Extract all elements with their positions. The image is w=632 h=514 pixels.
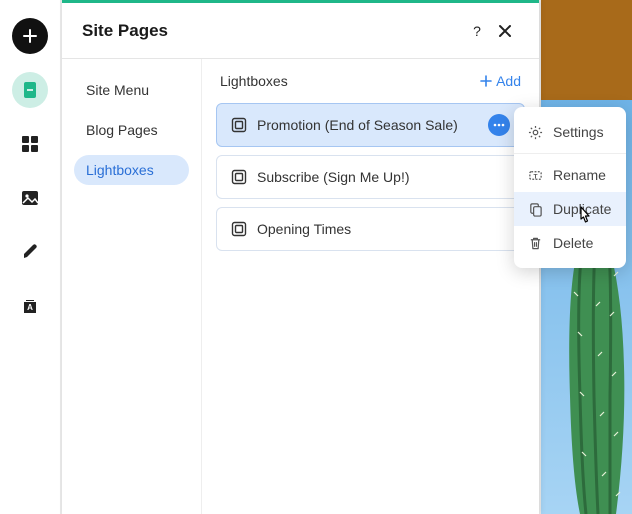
- ellipsis-icon: [493, 123, 505, 127]
- lightbox-item-promotion[interactable]: Promotion (End of Season Sale): [216, 103, 525, 147]
- panel-header: Site Pages ?: [62, 3, 539, 59]
- main-title: Lightboxes: [220, 73, 480, 89]
- panel-main: Lightboxes Add Promotion (End of Season …: [202, 59, 539, 514]
- plus-icon: [480, 75, 492, 87]
- svg-text:T: T: [534, 173, 538, 180]
- help-button[interactable]: ?: [463, 17, 491, 45]
- menu-item-duplicate[interactable]: Duplicate: [514, 192, 626, 226]
- rail-pen-icon[interactable]: [12, 234, 48, 270]
- menu-divider: [514, 153, 626, 154]
- list-item-label: Opening Times: [257, 221, 510, 237]
- close-button[interactable]: [491, 17, 519, 45]
- menu-item-rename[interactable]: T Rename: [514, 158, 626, 192]
- rail-image-icon[interactable]: [12, 180, 48, 216]
- list-item-label: Subscribe (Sign Me Up!): [257, 169, 510, 185]
- lightbox-item-opening-times[interactable]: Opening Times: [216, 207, 525, 251]
- rail-app-icon[interactable]: A: [12, 288, 48, 324]
- context-menu: Settings T Rename Duplicate Delete: [514, 107, 626, 268]
- canvas-header-block: [541, 0, 632, 100]
- lightbox-icon: [231, 169, 247, 185]
- rename-icon: T: [528, 168, 543, 183]
- site-pages-panel: Site Pages ? Site Menu Blog Pages Lightb…: [62, 0, 539, 514]
- rail-add-button[interactable]: [12, 18, 48, 54]
- svg-text:A: A: [27, 303, 33, 312]
- svg-text:?: ?: [473, 23, 481, 39]
- menu-label: Duplicate: [553, 201, 611, 217]
- gear-icon: [528, 125, 543, 140]
- panel-title: Site Pages: [82, 21, 463, 41]
- lightbox-item-subscribe[interactable]: Subscribe (Sign Me Up!): [216, 155, 525, 199]
- add-label: Add: [496, 73, 521, 89]
- sidebar-item-blog-pages[interactable]: Blog Pages: [74, 115, 189, 145]
- add-button[interactable]: Add: [480, 73, 521, 89]
- menu-item-settings[interactable]: Settings: [514, 115, 626, 149]
- panel-sidebar: Site Menu Blog Pages Lightboxes: [62, 59, 202, 514]
- rail-grid-icon[interactable]: [12, 126, 48, 162]
- sidebar-item-site-menu[interactable]: Site Menu: [74, 75, 189, 105]
- lightbox-icon: [231, 117, 247, 133]
- menu-item-delete[interactable]: Delete: [514, 226, 626, 260]
- item-actions-button[interactable]: [488, 114, 510, 136]
- menu-label: Delete: [553, 235, 593, 251]
- menu-label: Settings: [553, 124, 604, 140]
- sidebar-item-lightboxes[interactable]: Lightboxes: [74, 155, 189, 185]
- panel-body: Site Menu Blog Pages Lightboxes Lightbox…: [62, 59, 539, 514]
- left-rail: A: [0, 0, 60, 514]
- duplicate-icon: [528, 202, 543, 217]
- main-header: Lightboxes Add: [216, 73, 525, 89]
- lightbox-icon: [231, 221, 247, 237]
- list-item-label: Promotion (End of Season Sale): [257, 117, 478, 133]
- rail-pages-button[interactable]: [12, 72, 48, 108]
- menu-label: Rename: [553, 167, 606, 183]
- canvas-cactus-image: [562, 236, 630, 514]
- trash-icon: [528, 236, 543, 251]
